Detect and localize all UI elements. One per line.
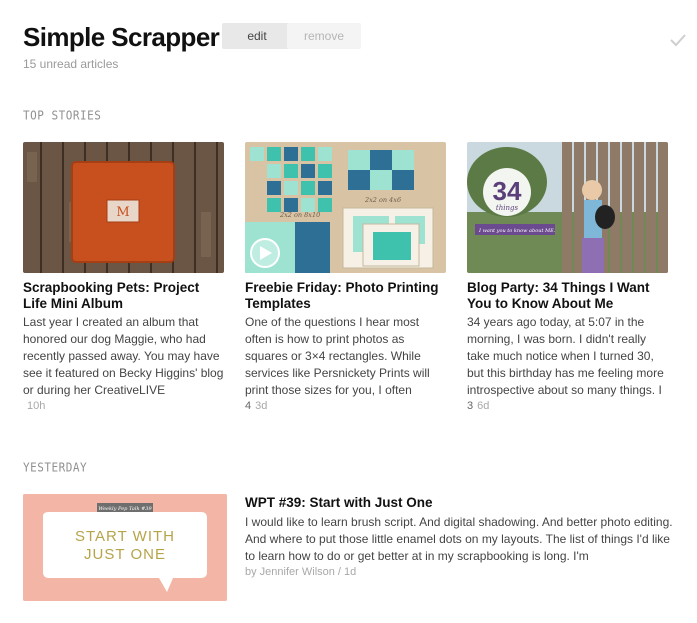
- story-excerpt: One of the questions I hear most often i…: [245, 315, 430, 397]
- section-top-stories: TOP STORIES: [23, 108, 102, 123]
- story-thumbnail[interactable]: 34 things I want you to know about ME.: [467, 142, 668, 273]
- story-title[interactable]: Freebie Friday: Photo Printing Templates: [245, 280, 446, 312]
- story-excerpt: I would like to learn brush script. And …: [245, 515, 673, 563]
- section-yesterday: YESTERDAY: [23, 460, 88, 475]
- story-row[interactable]: Weekly Pep Talk #39 START WITH JUST ONE …: [23, 494, 673, 604]
- story-excerpt: 34 years ago today, at 5:07 in the morni…: [467, 315, 664, 397]
- unread-count: 15 unread articles: [23, 57, 119, 71]
- story-meta: 4 3d: [245, 399, 446, 413]
- mark-read-check-icon[interactable]: [668, 30, 688, 50]
- svg-text:things: things: [496, 204, 519, 212]
- story-meta: 10h: [23, 399, 224, 413]
- story-thumbnail[interactable]: Weekly Pep Talk #39 START WITH JUST ONE: [23, 494, 227, 601]
- svg-text:START WITH: START WITH: [75, 528, 175, 545]
- story-title[interactable]: WPT #39: Start with Just One: [245, 494, 673, 512]
- remove-button[interactable]: remove: [287, 23, 361, 49]
- svg-text:M: M: [116, 205, 129, 220]
- svg-text:34: 34: [493, 176, 522, 206]
- story-card[interactable]: 34 things I want you to know about ME. B…: [467, 142, 668, 413]
- story-text: WPT #39: Start with Just One I would lik…: [245, 494, 673, 580]
- story-card[interactable]: M Scrapbooking Pets: Project Life Mini A…: [23, 142, 224, 413]
- story-age: 3d: [255, 400, 268, 412]
- feed-title: Simple Scrapper: [23, 22, 220, 52]
- svg-text:JUST ONE: JUST ONE: [84, 546, 166, 563]
- story-age: 10h: [27, 400, 46, 412]
- story-title[interactable]: Blog Party: 34 Things I Want You to Know…: [467, 280, 668, 312]
- svg-text:I want you to know about ME.: I want you to know about ME.: [478, 228, 556, 234]
- feed-header: Simple Scrapper edit remove 15 unread ar…: [23, 20, 693, 80]
- svg-text:2x2 on 4x6: 2x2 on 4x6: [364, 196, 401, 204]
- story-title[interactable]: Scrapbooking Pets: Project Life Mini Alb…: [23, 280, 224, 312]
- story-meta: by Jennifer Wilson / 1d: [245, 566, 357, 578]
- story-thumbnail[interactable]: M: [23, 142, 224, 273]
- story-meta: 3 6d: [467, 399, 668, 413]
- story-thumbnail[interactable]: 2x2 on 4x6 2x2 on 8x10: [245, 142, 446, 273]
- story-excerpt: Last year I created an album that honore…: [23, 315, 224, 397]
- story-comment-count: 3: [467, 400, 474, 412]
- edit-button[interactable]: edit: [222, 23, 292, 49]
- svg-text:2x2 on 8x10: 2x2 on 8x10: [279, 211, 320, 219]
- story-age: 6d: [477, 400, 490, 412]
- story-comment-count: 4: [245, 400, 252, 412]
- svg-text:Weekly Pep Talk #39: Weekly Pep Talk #39: [98, 506, 152, 512]
- story-card[interactable]: 2x2 on 4x6 2x2 on 8x10 Freebie Friday: P…: [245, 142, 446, 413]
